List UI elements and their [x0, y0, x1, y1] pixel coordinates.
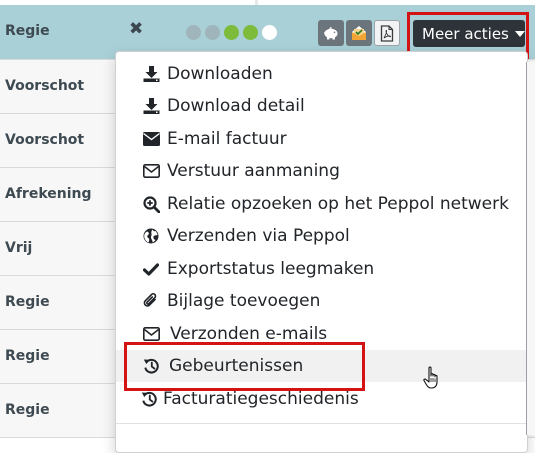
more-actions-dropdown-menu: Downloaden Download detail E-mail factuu…	[115, 51, 528, 453]
menu-item-label: Verstuur aanmaning	[167, 161, 340, 181]
row-type-label: Regie	[5, 23, 50, 39]
menu-item-label: Exportstatus leegmaken	[167, 259, 375, 279]
history-icon	[139, 390, 159, 408]
right-edge-strip	[526, 62, 535, 435]
globe-icon	[141, 227, 161, 245]
more-actions-button[interactable]: Meer acties	[413, 20, 525, 47]
menu-item-exportstatus-leegmaken[interactable]: Exportstatus leegmaken	[116, 253, 526, 285]
row-type-label: Afrekening	[5, 186, 92, 202]
piggy-bank-icon	[324, 26, 338, 40]
pdf-button[interactable]	[374, 20, 400, 46]
status-dot	[186, 25, 201, 40]
invoice-check-icon	[352, 26, 366, 40]
menu-divider	[116, 423, 526, 424]
row-type-label: Regie	[5, 402, 50, 418]
download-icon	[141, 97, 161, 115]
search-plus-icon	[141, 195, 161, 213]
check-icon	[141, 260, 161, 278]
invoice-check-button[interactable]	[346, 20, 372, 46]
menu-item-verstuur-aanmaning[interactable]: Verstuur aanmaning	[116, 155, 526, 187]
menu-item-verzenden-via-peppol[interactable]: Verzenden via Peppol	[116, 220, 526, 252]
envelope-outline-icon	[141, 325, 161, 343]
more-actions-label: Meer acties	[422, 24, 509, 43]
close-icon[interactable]: ✖	[129, 21, 143, 38]
pdf-icon	[380, 24, 394, 42]
hand-pointer-icon	[423, 366, 438, 389]
envelope-filled-icon	[141, 130, 161, 148]
row-type-label: Voorschot	[5, 132, 85, 148]
menu-item-label: E-mail factuur	[167, 129, 287, 149]
paperclip-icon	[141, 292, 161, 310]
caret-down-icon	[514, 30, 525, 37]
menu-item-bijlage-toevoegen[interactable]: Bijlage toevoegen	[116, 285, 526, 317]
menu-item-relatie-opzoeken-peppol[interactable]: Relatie opzoeken op het Peppol netwerk	[116, 188, 526, 220]
status-dot	[224, 25, 239, 40]
menu-item-label: Bijlage toevoegen	[167, 291, 321, 311]
row-type-label: Regie	[5, 348, 50, 364]
menu-item-label: Download detail	[167, 96, 305, 116]
envelope-outline-icon	[141, 162, 161, 180]
status-dot	[262, 25, 277, 40]
piggy-bank-button[interactable]	[318, 20, 344, 46]
menu-item-label: Relatie opzoeken op het Peppol netwerk	[167, 194, 509, 214]
row-type-label: Vrij	[5, 240, 33, 256]
status-dot	[243, 25, 258, 40]
menu-item-label: Downloaden	[167, 64, 273, 84]
row-type-label: Regie	[5, 294, 50, 310]
status-dot	[205, 25, 220, 40]
menu-item-label: Facturatiegeschiedenis	[163, 389, 359, 409]
download-icon	[141, 65, 161, 83]
menu-item-download-detail[interactable]: Download detail	[116, 90, 526, 122]
menu-item-email-factuur[interactable]: E-mail factuur	[116, 123, 526, 155]
menu-item-downloaden[interactable]: Downloaden	[116, 58, 526, 90]
menu-item-label: Verzenden via Peppol	[167, 226, 350, 246]
highlight-box-gebeurtenissen	[124, 342, 365, 391]
menu-item-label: Verzonden e-mails	[170, 324, 328, 344]
row-type-label: Voorschot	[5, 78, 85, 94]
